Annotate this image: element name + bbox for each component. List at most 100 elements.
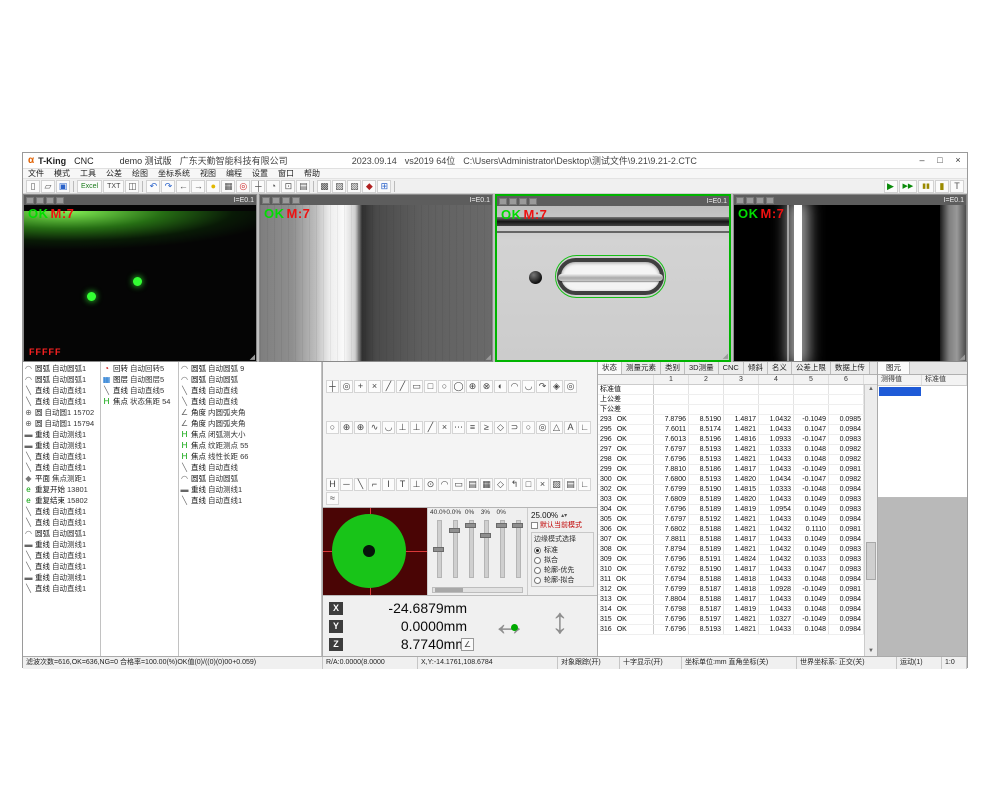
palette-tool-icon[interactable]: ◎ [340,380,353,393]
table-tab[interactable]: 类别 [661,362,685,374]
table-row[interactable]: 313OK7.88048.51881.48171.04330.10490.098… [598,595,864,605]
slider-thumb[interactable] [449,528,460,533]
list-item[interactable]: ╲直线自动直线1 [23,462,100,473]
camera-image-4[interactable]: OKM:7 ◢ [734,205,966,361]
table-tab[interactable]: 名义 [768,362,792,374]
jog-vertical-icon[interactable]: ↕ [551,600,569,642]
table-row[interactable]: 298OK7.67968.51931.48211.04330.10480.098… [598,455,864,465]
camera-tool-icon[interactable] [529,198,537,205]
angle-button[interactable]: ∠ [461,638,474,651]
target-icon[interactable]: ◎ [236,180,250,193]
pattern-fine-icon[interactable]: ▩ [317,180,331,193]
list-item[interactable]: ◠圆弧自动圆弧 [179,374,321,385]
palette-tool-icon[interactable]: ◯ [452,380,465,393]
table-row[interactable]: 下公差 [598,405,864,415]
camera-tool-icon[interactable] [56,197,64,204]
camera-view-4[interactable]: I=E0.1 OKM:7 ◢ [733,194,967,362]
table-row[interactable]: 302OK7.67998.51901.48151.0333-0.10480.09… [598,485,864,495]
table-row[interactable]: 312OK7.67998.51871.48181.0928-0.10490.09… [598,585,864,595]
light-slider[interactable] [509,518,525,580]
table-tab[interactable]: 3D测量 [685,362,719,374]
list-item[interactable]: e重复结束15802 [23,495,100,506]
table-row[interactable]: 316OK7.67968.51931.48211.04330.10480.098… [598,625,864,635]
run-step-icon[interactable]: ▶ [884,180,898,193]
mode-option[interactable]: 拟合 [534,555,591,565]
palette-tool-icon[interactable]: ─ [340,478,353,491]
table-tab[interactable]: CNC [719,362,744,374]
palette-tool-icon[interactable]: ≥ [480,421,493,434]
palette-tool-icon[interactable]: ▤ [564,478,577,491]
list-item[interactable]: ◠圆弧自动圆弧1 [23,374,100,385]
palette-tool-icon[interactable]: ○ [326,421,339,434]
table-row[interactable]: 304OK7.67968.51891.48191.09540.10490.098… [598,505,864,515]
list-item[interactable]: ◠圆弧自动圆弧1 [23,363,100,374]
maximize-button[interactable]: □ [931,153,949,168]
camera-tool-icon[interactable] [26,197,34,204]
palette-tool-icon[interactable]: ◎ [536,421,549,434]
palette-tool-icon[interactable]: ◇ [494,421,507,434]
palette-tool-icon[interactable]: ∿ [368,421,381,434]
list-item[interactable]: H焦点纹距测点 55 [179,440,321,451]
scroll-thumb[interactable] [866,542,876,580]
light-slider[interactable] [493,518,509,580]
palette-tool-icon[interactable]: ⊃ [508,421,521,434]
measure-grid-icon[interactable]: ▦ [221,180,235,193]
list-item[interactable]: ◔回转自动回转5 [101,363,178,374]
menu-item[interactable]: 帮助 [304,169,320,179]
scroll-down-icon[interactable]: ▼ [865,647,877,656]
scroll-up-icon[interactable]: ▲ [865,385,877,394]
menu-item[interactable]: 编程 [226,169,242,179]
palette-tool-icon[interactable]: ▦ [480,478,493,491]
table-row[interactable]: 309OK7.67968.51911.48241.04320.10330.098… [598,555,864,565]
list-item[interactable]: ▬重线自动测线1 [179,484,321,495]
camera-tool-icon[interactable] [272,197,280,204]
table-tab[interactable]: 状态 [598,362,622,374]
palette-tool-icon[interactable]: ▭ [452,478,465,491]
table-row[interactable]: 标准值 [598,385,864,395]
list-item[interactable]: ╲直线自动直线5 [101,385,178,396]
palette-tool-icon[interactable]: T [396,478,409,491]
camera-tool-icon[interactable] [499,198,507,205]
table-row[interactable]: 314OK7.67988.51871.48191.04330.10480.098… [598,605,864,615]
table-row[interactable]: 305OK7.67978.51921.48211.04330.10490.098… [598,515,864,525]
move-right-icon[interactable]: → [191,180,205,193]
palette-tool-icon[interactable]: ≡ [466,421,479,434]
palette-tool-icon[interactable]: ⊗ [480,380,493,393]
resize-handle-icon[interactable]: ◢ [250,353,255,361]
slider-thumb[interactable] [465,523,476,528]
palette-tool-icon[interactable]: ⊕ [340,421,353,434]
table-row[interactable]: 308OK7.87948.51891.48211.04320.10490.098… [598,545,864,555]
crosshair-icon[interactable]: ┼ [251,180,265,193]
list-item[interactable]: ▦图层自动图层5 [101,374,178,385]
new-file-icon[interactable]: ▯ [26,180,40,193]
menu-item[interactable]: 工具 [80,169,96,179]
table-row[interactable]: 上公差 [598,395,864,405]
palette-tool-icon[interactable]: ╱ [396,380,409,393]
palette-tool-icon[interactable]: ╱ [382,380,395,393]
palette-tool-icon[interactable]: ◠ [438,478,451,491]
pattern-mid-icon[interactable]: ▨ [332,180,346,193]
scroll-thumb[interactable] [435,588,463,592]
list-item[interactable]: ◠圆弧自动圆弧1 [23,528,100,539]
camera-tool-icon[interactable] [766,197,774,204]
list-item[interactable]: ▬重线自动测线1 [23,440,100,451]
excel-export-button[interactable]: Excel [77,180,102,193]
jog-horizontal-icon[interactable]: ↔ [491,602,527,644]
list-item[interactable]: ╲直线自动直线1 [23,451,100,462]
menu-item[interactable]: 绘图 [132,169,148,179]
marker-icon[interactable]: ◆ [362,180,376,193]
camera-image-2[interactable]: OKM:7 ◢ [260,205,492,361]
list-item[interactable]: ╲直线自动直线1 [23,583,100,594]
table-row[interactable]: 311OK7.67948.51881.48181.04330.10480.098… [598,575,864,585]
palette-tool-icon[interactable]: × [536,478,549,491]
camera-tool-icon[interactable] [736,197,744,204]
camera-tool-icon[interactable] [36,197,44,204]
tools-icon[interactable]: T [950,180,964,193]
mode-option[interactable]: 轮廓-拟合 [534,575,591,585]
camera-view-3-selected[interactable]: I=E0.1 OKM:7 ◢ [495,194,731,362]
palette-tool-icon[interactable]: ╱ [424,421,437,434]
camera-tool-icon[interactable] [519,198,527,205]
camera-view-1[interactable]: I=E0.1 OKM:7 FFFFF ◢ [23,194,257,362]
palette-tool-icon[interactable]: ≈ [326,492,339,505]
palette-tool-icon[interactable]: ◠ [508,380,521,393]
